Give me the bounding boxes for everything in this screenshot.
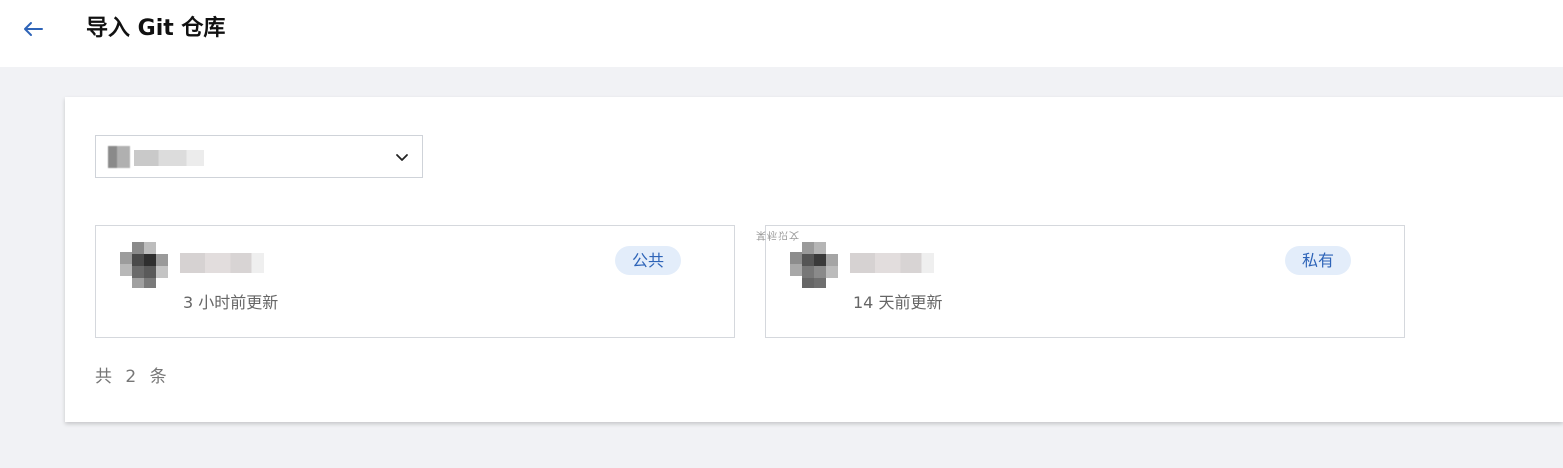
account-select[interactable] [95,135,423,178]
watermark: 某标识文 [756,229,800,240]
total-count: 共 2 条 [95,367,171,387]
repo-card[interactable]: 14 天前更新 私有 [765,225,1405,338]
visibility-badge: 私有 [1285,246,1352,275]
repo-avatar [120,242,168,288]
repo-name-redacted [180,253,264,273]
chevron-down-icon [396,154,408,161]
page-title: 导入 Git 仓库 [86,16,226,41]
back-button[interactable] [18,14,48,44]
page-header: 导入 Git 仓库 [0,0,1563,67]
repo-panel: 3 小时前更新 公共 14 天前更新 私有 共 2 条 [65,97,1563,422]
repo-updated-time: 14 天前更新 [853,293,943,312]
arrow-left-icon [24,22,43,36]
account-avatar [108,146,130,168]
repo-name-redacted [850,253,934,273]
visibility-badge: 公共 [615,246,682,275]
repo-card[interactable]: 3 小时前更新 公共 [95,225,735,338]
repo-avatar [790,242,838,288]
account-name-redacted [134,150,204,166]
repo-updated-time: 3 小时前更新 [183,293,279,312]
